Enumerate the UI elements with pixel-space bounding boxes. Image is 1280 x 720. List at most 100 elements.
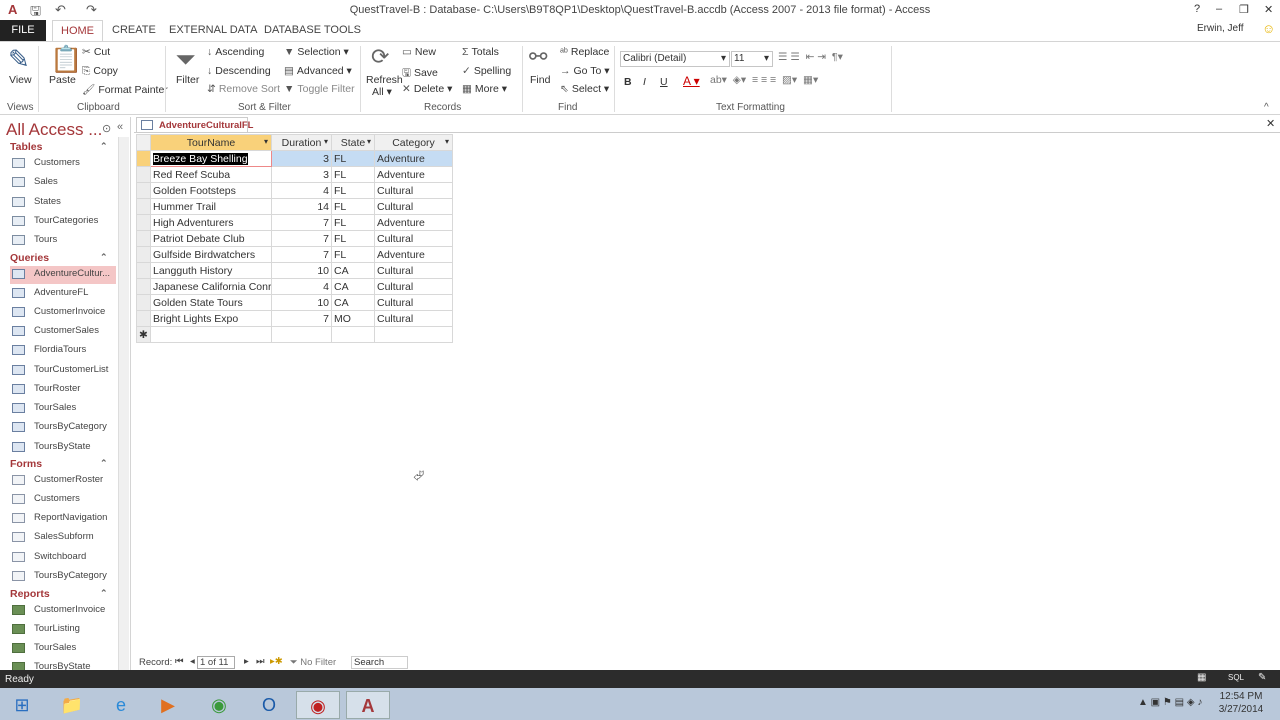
new-blank-record-button[interactable]: ▸✱: [270, 656, 283, 667]
descending-button[interactable]: ↓ Descending: [207, 65, 271, 77]
cell-category[interactable]: Cultural: [374, 278, 453, 295]
font-size-select[interactable]: 11 ▾: [731, 51, 773, 67]
nav-item[interactable]: TourSales: [10, 640, 116, 658]
remove-sort-button[interactable]: ⇵ Remove Sort: [207, 83, 280, 95]
row-selector[interactable]: [136, 262, 151, 279]
system-tray-icons[interactable]: ▲ ▣ ⚑ ▤ ◈ ♪: [1138, 697, 1202, 708]
filter-button[interactable]: Filter: [176, 74, 199, 86]
copy-button[interactable]: ⎘ Copy: [82, 65, 118, 78]
row-selector[interactable]: [136, 278, 151, 295]
column-header-duration[interactable]: Duration ▾: [271, 134, 332, 151]
cell-category[interactable]: Cultural: [374, 310, 453, 327]
cell-duration[interactable]: 14: [271, 198, 332, 215]
cut-button[interactable]: ✂ Cut: [82, 46, 110, 58]
access-taskbar-icon[interactable]: A: [346, 691, 390, 719]
select-all-corner[interactable]: [136, 134, 151, 151]
toggle-filter-button[interactable]: ▼ Toggle Filter: [284, 83, 355, 95]
row-selector[interactable]: [136, 230, 151, 247]
row-selector[interactable]: [136, 166, 151, 183]
replace-button[interactable]: ᵃᵇ Replace: [560, 46, 609, 58]
cell-category[interactable]: Cultural: [374, 262, 453, 279]
collapse-ribbon-icon[interactable]: ^: [1264, 102, 1269, 113]
nav-pane-title[interactable]: All Access ...: [6, 120, 102, 140]
nav-menu-icon[interactable]: ⊙: [102, 122, 111, 135]
refresh-all-button[interactable]: Refresh All ▾: [366, 74, 403, 98]
nav-group-queries[interactable]: Queries ⌃: [10, 252, 108, 264]
find-button[interactable]: Find: [530, 74, 550, 86]
cell-state[interactable]: FL: [331, 246, 375, 263]
format-painter-button[interactable]: 🖌 Format Painter: [82, 83, 168, 96]
select-button[interactable]: ⇖ Select ▾: [560, 83, 609, 95]
tab-create[interactable]: CREATE: [104, 20, 164, 41]
cell-category[interactable]: Adventure: [374, 150, 453, 167]
column-header-category[interactable]: Category ▾: [374, 134, 453, 151]
document-tab[interactable]: AdventureCulturalFL: [136, 117, 253, 133]
cell-duration[interactable]: 7: [271, 230, 332, 247]
nav-item[interactable]: CustomerInvoice: [10, 304, 116, 322]
spelling-button[interactable]: ✓ Spelling: [462, 65, 511, 77]
nav-item[interactable]: AdventureFL: [10, 285, 116, 303]
nav-item[interactable]: ToursByCategory: [10, 568, 116, 586]
nav-item[interactable]: SalesSubform: [10, 529, 116, 547]
nav-group-forms[interactable]: Forms ⌃: [10, 458, 108, 470]
help-button[interactable]: ?: [1194, 3, 1200, 15]
cell-tourname[interactable]: Japanese California Conr: [150, 278, 272, 295]
cell-state[interactable]: CA: [331, 262, 375, 279]
no-filter-button[interactable]: ⏷ No Filter: [290, 657, 336, 668]
cell-category[interactable]: Cultural: [374, 198, 453, 215]
last-record-button[interactable]: ⏭: [256, 656, 265, 667]
cell-tourname[interactable]: Gulfside Birdwatchers: [150, 246, 272, 263]
cell-state[interactable]: CA: [331, 294, 375, 311]
nav-item[interactable]: TourListing: [10, 621, 116, 639]
cell-duration[interactable]: 10: [271, 294, 332, 311]
row-selector[interactable]: [136, 294, 151, 311]
row-selector[interactable]: [136, 198, 151, 215]
design-view-icon[interactable]: ✎: [1258, 672, 1266, 683]
internet-explorer-taskbar-icon[interactable]: e: [99, 691, 143, 719]
cell-category[interactable]: Cultural: [374, 182, 453, 199]
column-header-tourname[interactable]: TourName ▾: [150, 134, 272, 151]
nav-item[interactable]: TourSales: [10, 400, 116, 418]
bullets-icon[interactable]: ☰ ☰ ⇤ ⇥ ¶▾: [778, 51, 843, 63]
more-button[interactable]: ▦ More ▾: [462, 83, 507, 95]
cell-state[interactable]: FL: [331, 182, 375, 199]
cell-state[interactable]: FL: [331, 230, 375, 247]
nav-scrollbar[interactable]: [118, 137, 129, 670]
cell-duration[interactable]: 10: [271, 262, 332, 279]
paste-button[interactable]: Paste: [49, 74, 76, 86]
cell-state[interactable]: MO: [331, 310, 375, 327]
column-header-state[interactable]: State ▾: [331, 134, 375, 151]
tab-database-tools[interactable]: DATABASE TOOLS: [256, 20, 369, 41]
cell-state[interactable]: CA: [331, 278, 375, 295]
nav-item[interactable]: TourRoster: [10, 381, 116, 399]
nav-item[interactable]: TourCategories: [10, 213, 116, 231]
nav-item[interactable]: FlordiaTours: [10, 342, 116, 360]
next-record-button[interactable]: ▸: [244, 656, 249, 667]
cell-tourname[interactable]: Breeze Bay Shelling: [150, 150, 272, 167]
cell-category[interactable]: Adventure: [374, 246, 453, 263]
ascending-button[interactable]: ↓ Ascending: [207, 46, 264, 58]
nav-item[interactable]: ToursByCategory: [10, 419, 116, 437]
new-record-button[interactable]: ▭ New: [402, 46, 436, 58]
cell-duration[interactable]: 7: [271, 310, 332, 327]
italic-button[interactable]: I: [643, 76, 646, 88]
cell-category[interactable]: Cultural: [374, 230, 453, 247]
previous-record-button[interactable]: ◂: [190, 656, 195, 667]
cell-tourname[interactable]: Patriot Debate Club: [150, 230, 272, 247]
cell-tourname[interactable]: Bright Lights Expo: [150, 310, 272, 327]
view-button[interactable]: View: [9, 74, 32, 86]
column-dropdown-icon[interactable]: ▾: [445, 137, 449, 146]
tab-file[interactable]: FILE: [0, 20, 46, 41]
recorder-taskbar-icon[interactable]: ◉: [296, 691, 340, 719]
nav-item[interactable]: Customers: [10, 491, 116, 509]
sql-view-icon[interactable]: SQL: [1228, 673, 1244, 682]
cell-category[interactable]: Cultural: [374, 294, 453, 311]
goto-button[interactable]: → Go To ▾: [560, 65, 610, 77]
nav-item[interactable]: CustomerRoster: [10, 472, 116, 490]
shutter-bar-close-icon[interactable]: «: [117, 121, 123, 133]
cell-tourname[interactable]: Langguth History: [150, 262, 272, 279]
save-record-button[interactable]: 🖫 Save: [402, 65, 438, 83]
file-explorer-taskbar-icon[interactable]: 📁: [50, 691, 94, 719]
nav-item[interactable]: ToursByState: [10, 439, 116, 457]
delete-record-button[interactable]: ✕ Delete ▾: [402, 83, 452, 95]
